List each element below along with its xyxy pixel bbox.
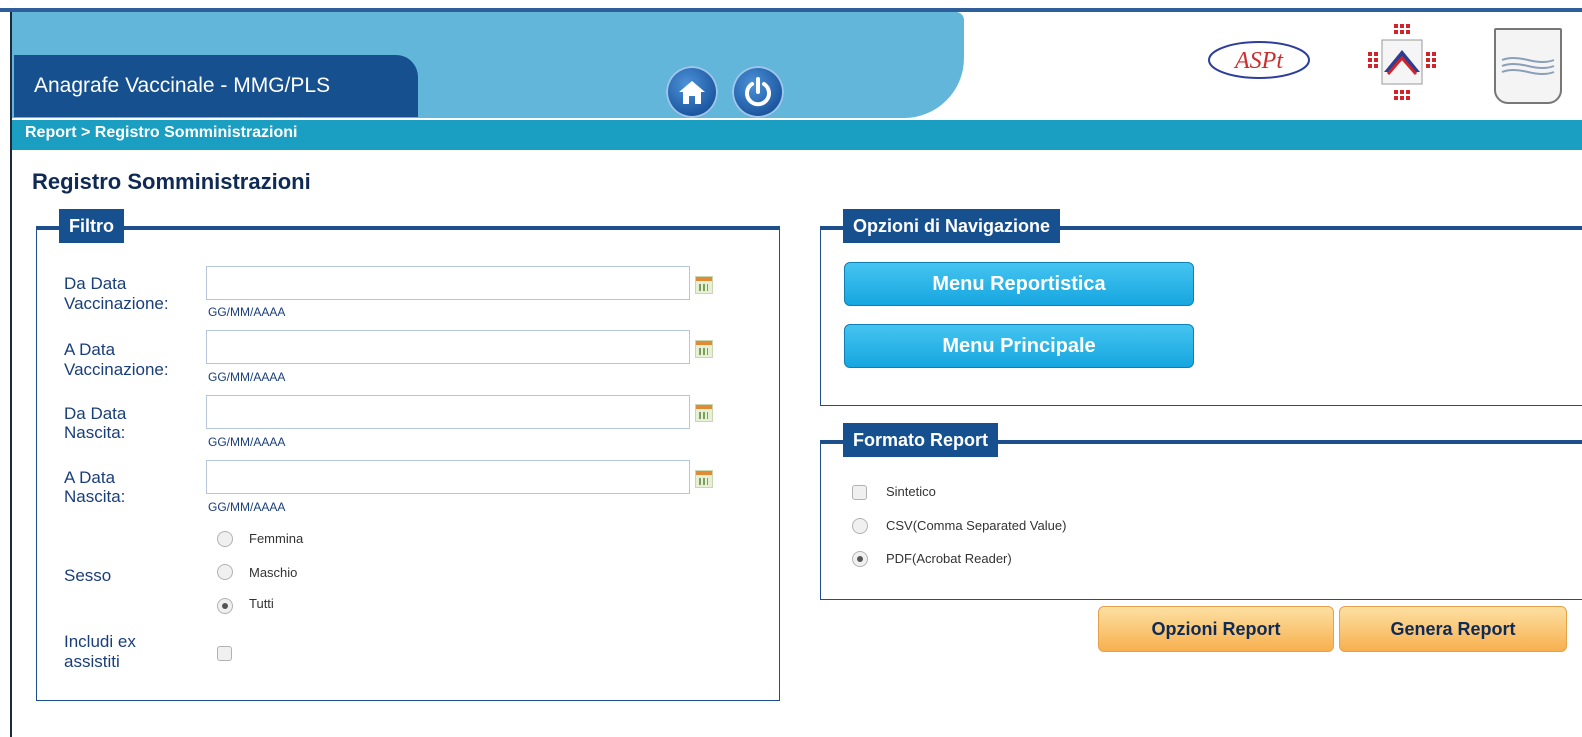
calendar-icon[interactable] [695, 470, 713, 488]
date-format-hint: GG/MM/AAAA [208, 435, 286, 449]
to-vaccination-date-label-2: Vaccinazione: [64, 360, 169, 379]
menu-reportistica-button[interactable]: Menu Reportistica [844, 262, 1194, 306]
pdf-label: PDF(Acrobat Reader) [886, 551, 1012, 566]
date-format-hint: GG/MM/AAAA [208, 370, 286, 384]
sex-male-label: Maschio [249, 565, 298, 580]
to-vaccination-date-input[interactable] [206, 330, 690, 364]
power-icon [745, 77, 771, 107]
municipality-logo [1494, 28, 1562, 104]
home-button[interactable] [666, 66, 718, 118]
logout-button[interactable] [732, 66, 784, 118]
include-former-label-1: Includi ex [64, 632, 136, 651]
include-former-checkbox[interactable] [217, 646, 232, 661]
opzioni-report-button[interactable]: Opzioni Report [1098, 606, 1334, 652]
sex-male-radio[interactable] [217, 564, 233, 580]
date-format-hint: GG/MM/AAAA [208, 305, 286, 319]
breadcrumb: Report > Registro Somministrazioni [25, 124, 298, 141]
from-birth-date-label-2: Nascita: [64, 423, 126, 442]
from-birth-date-input[interactable] [206, 395, 690, 429]
date-format-hint: GG/MM/AAAA [208, 500, 286, 514]
from-birth-date-label-1: Da Data [64, 404, 127, 423]
region-logo [1366, 22, 1438, 104]
menu-principale-button[interactable]: Menu Principale [844, 324, 1194, 368]
genera-report-button[interactable]: Genera Report [1339, 606, 1567, 652]
to-birth-date-label-2: Nascita: [64, 487, 126, 506]
from-vaccination-date-input[interactable] [206, 266, 690, 300]
sex-label: Sesso [64, 566, 112, 585]
calendar-icon[interactable] [695, 340, 713, 358]
to-birth-date-input[interactable] [206, 460, 690, 494]
calendar-icon[interactable] [695, 276, 713, 294]
sex-female-radio[interactable] [217, 531, 233, 547]
breadcrumb-bar: Report > Registro Somministrazioni [12, 120, 1582, 150]
app-title-tab: Anagrafe Vaccinale - MMG/PLS [14, 55, 418, 117]
sex-all-label: Tutti [249, 596, 274, 611]
navigation-panel: Opzioni di Navigazione [820, 209, 1582, 406]
to-vaccination-date-label-1: A Data [64, 340, 116, 359]
app-title: Anagrafe Vaccinale - MMG/PLS [34, 74, 331, 97]
asp-logo: ASPt [1205, 38, 1313, 82]
include-former-label-2: assistiti [64, 652, 120, 671]
asp-logo-text: ASPt [1233, 48, 1284, 74]
sintetico-label: Sintetico [886, 484, 936, 499]
sex-female-label: Femmina [249, 531, 304, 546]
calendar-icon[interactable] [695, 404, 713, 422]
home-icon [679, 81, 705, 104]
sintetico-checkbox[interactable] [852, 485, 867, 500]
filter-panel-bar [37, 226, 779, 230]
from-vaccination-date-label-1: Da Data [64, 274, 127, 293]
csv-label: CSV(Comma Separated Value) [886, 518, 1067, 533]
pdf-radio[interactable] [852, 551, 868, 567]
from-vaccination-date-label-2: Vaccinazione: [64, 294, 169, 313]
to-birth-date-label-1: A Data [64, 468, 116, 487]
filter-legend: Filtro [59, 209, 124, 243]
sex-all-radio[interactable] [217, 598, 233, 614]
navigation-legend: Opzioni di Navigazione [843, 209, 1061, 243]
page-title: Registro Somministrazioni [32, 169, 311, 194]
format-legend: Formato Report [843, 423, 998, 457]
csv-radio[interactable] [852, 518, 868, 534]
